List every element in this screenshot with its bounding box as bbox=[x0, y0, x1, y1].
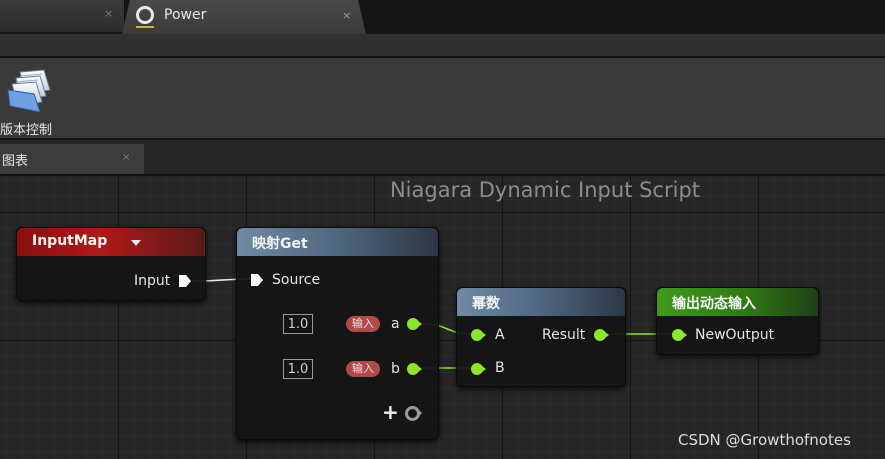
pin-label-input: Input bbox=[134, 273, 171, 289]
namespace-badge: 输入 bbox=[346, 316, 380, 332]
pin-label-new-output: NewOutput bbox=[695, 327, 775, 343]
node-input-map[interactable]: InputMap Input bbox=[16, 227, 206, 301]
float-pin-icon[interactable] bbox=[407, 318, 422, 330]
node-power[interactable]: 幂数 A B Result bbox=[456, 287, 626, 387]
float-pin-icon[interactable] bbox=[407, 363, 422, 375]
pin-label-result: Result bbox=[542, 327, 586, 343]
pin-label-a: A bbox=[495, 327, 505, 343]
pin-label-source: Source bbox=[272, 272, 321, 288]
param-b-name: b bbox=[391, 361, 400, 377]
node-title: 幂数 bbox=[472, 296, 500, 312]
float-pin-icon[interactable] bbox=[594, 329, 609, 341]
node-map-get[interactable]: 映射Get Source 1.0 输入 a 1.0 输入 b + bbox=[236, 227, 439, 440]
watermark: CSDN @Growthofnotes bbox=[678, 431, 851, 449]
node-header: 映射Get bbox=[237, 228, 438, 256]
namespace-badge: 输入 bbox=[346, 361, 380, 377]
node-title: 映射Get bbox=[252, 236, 308, 252]
exec-pin-icon[interactable] bbox=[178, 274, 192, 288]
pin-label-b: B bbox=[495, 360, 505, 376]
param-a-name: a bbox=[391, 316, 400, 332]
node-title: InputMap bbox=[32, 233, 108, 249]
node-title: 输出动态输入 bbox=[672, 296, 756, 312]
exec-pin-icon[interactable] bbox=[250, 273, 264, 287]
node-output-dynamic-input[interactable]: 输出动态输入 NewOutput bbox=[656, 287, 819, 355]
param-b-default-value[interactable]: 1.0 bbox=[283, 359, 313, 379]
node-header: 幂数 bbox=[457, 288, 625, 316]
add-pin-socket-icon[interactable] bbox=[405, 406, 422, 421]
float-pin-icon[interactable] bbox=[672, 329, 687, 341]
node-header: InputMap bbox=[17, 228, 205, 256]
float-pin-icon[interactable] bbox=[471, 329, 486, 341]
add-pin-icon[interactable]: + bbox=[382, 402, 399, 422]
dropdown-caret-icon[interactable] bbox=[131, 240, 141, 246]
node-header: 输出动态输入 bbox=[657, 288, 818, 316]
param-a-default-value[interactable]: 1.0 bbox=[283, 314, 313, 334]
float-pin-icon[interactable] bbox=[471, 363, 486, 375]
